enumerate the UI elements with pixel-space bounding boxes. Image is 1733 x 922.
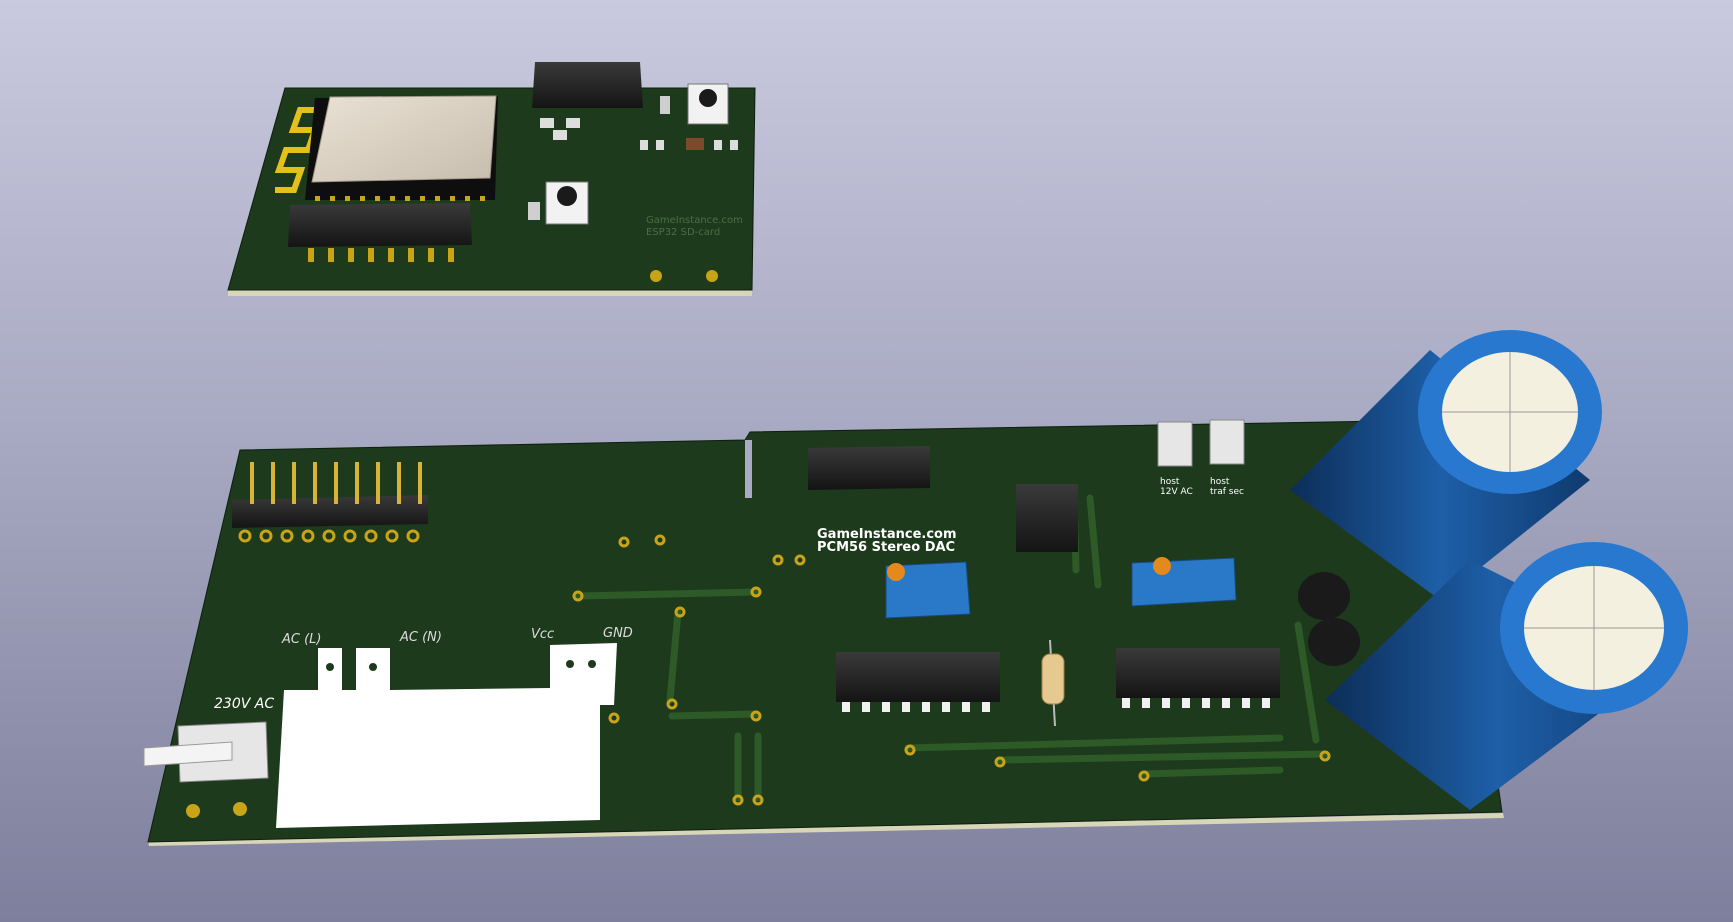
trimpot-right	[1131, 557, 1237, 607]
boot-button	[545, 181, 589, 225]
programming-header	[532, 62, 643, 108]
label-host-12v-b: 12V AC	[1160, 487, 1193, 497]
esp32-silk-line-1: GameInstance.com	[646, 215, 743, 226]
op-amp-dip8	[1016, 484, 1078, 552]
label-vcc: Vcc	[531, 627, 554, 642]
dac-title-line-2: PCM56 Stereo DAC	[817, 540, 955, 555]
esp32-silk-line-2: ESP32 SD-card	[646, 227, 720, 238]
label-ac-n: AC (N)	[399, 630, 442, 645]
label-host-traf-a: host	[1210, 477, 1230, 487]
host-connector-traf	[1209, 419, 1245, 465]
esp32-module	[305, 95, 498, 201]
pcb-3d-viewer-scene: GameInstance.com ESP32 SD-card AC (L) AC…	[143, 62, 1688, 846]
trimpot-left	[885, 561, 971, 619]
label-host-traf-b: traf sec	[1210, 487, 1244, 497]
label-ac-l: AC (L)	[281, 632, 322, 647]
pcm56-dac-board: AC (L) AC (N) Vcc GND 230V AC GameInstan…	[143, 330, 1688, 846]
label-230v-ac: 230V AC	[214, 696, 274, 712]
dac-header-socket	[808, 446, 930, 490]
label-gnd: GND	[603, 626, 633, 641]
host-connector-12v	[1157, 421, 1193, 467]
reset-button	[687, 83, 729, 125]
label-host-12v-a: host	[1160, 477, 1180, 487]
esp32-sd-card-board: GameInstance.com ESP32 SD-card	[227, 62, 756, 296]
